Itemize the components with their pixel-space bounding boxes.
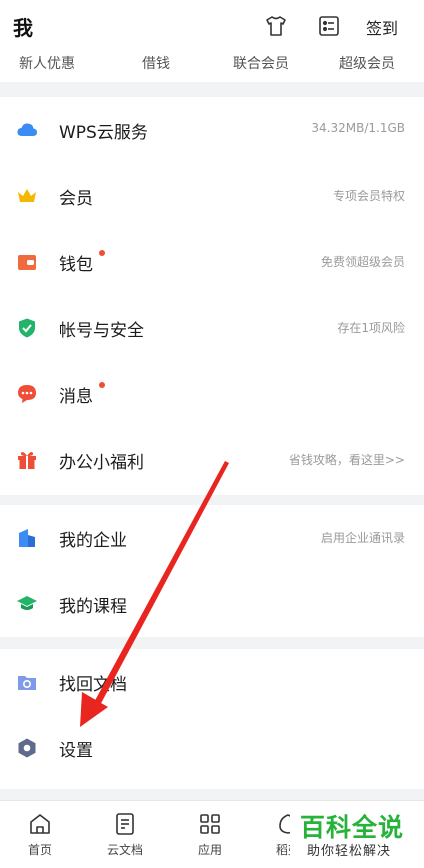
- quick-link-joint-member[interactable]: 联合会员: [233, 53, 289, 73]
- row-settings[interactable]: 设置: [0, 715, 424, 781]
- tshirt-icon[interactable]: [264, 14, 288, 38]
- section-tools: 找回文档 设置: [0, 649, 424, 789]
- notification-dot: [99, 382, 105, 388]
- row-account-security[interactable]: 帐号与安全 存在1项风险: [0, 295, 424, 361]
- row-wps-cloud[interactable]: WPS云服务 34.32MB/1.1GB: [0, 97, 424, 163]
- watermark: 百科全说 助你轻松解决: [290, 804, 424, 868]
- quick-link-newbie[interactable]: 新人优惠: [19, 53, 75, 73]
- row-sub: 存在1项风险: [337, 321, 405, 335]
- tab-label: 云文档: [106, 843, 143, 857]
- gift-icon: [16, 449, 38, 471]
- tab-label: 应用: [197, 843, 222, 857]
- scan-list-icon[interactable]: [317, 14, 341, 38]
- wallet-icon: [16, 251, 38, 273]
- row-my-enterprise[interactable]: 我的企业 启用企业通讯录: [0, 505, 424, 571]
- row-label: 会员: [59, 189, 93, 209]
- row-sub: 省钱攻略，看这里>>: [288, 453, 405, 467]
- row-sub: 免费领超级会员: [320, 255, 405, 269]
- chat-bubble-icon: [16, 383, 38, 405]
- row-label: 我的企业: [59, 531, 127, 551]
- watermark-title: 百科全说: [300, 813, 405, 842]
- row-sub: 专项会员特权: [332, 189, 405, 203]
- folder-recover-icon: [16, 671, 38, 693]
- shield-icon: [16, 317, 38, 339]
- row-label: 办公小福利: [59, 453, 144, 473]
- building-icon: [16, 527, 38, 549]
- section-enterprise: 我的企业 启用企业通讯录 我的课程: [0, 505, 424, 637]
- section-services: WPS云服务 34.32MB/1.1GB 会员 专项会员特权 钱包 免费领超级会…: [0, 97, 424, 495]
- checkin-button[interactable]: 签到: [366, 15, 398, 39]
- row-label: 钱包: [59, 255, 93, 275]
- top-header: 我 签到: [0, 0, 424, 52]
- notification-dot: [99, 250, 105, 256]
- row-sub: 34.32MB/1.1GB: [311, 121, 405, 135]
- row-label: 消息: [59, 387, 93, 407]
- row-member[interactable]: 会员 专项会员特权: [0, 163, 424, 229]
- settings-hexagon-icon: [16, 737, 38, 759]
- tab-apps[interactable]: 应用: [170, 801, 250, 868]
- row-office-benefits[interactable]: 办公小福利 省钱攻略，看这里>>: [0, 427, 424, 493]
- graduation-cap-icon: [16, 593, 38, 615]
- row-label: 帐号与安全: [59, 321, 144, 341]
- tab-label: 首页: [27, 843, 52, 857]
- tab-cloud-docs[interactable]: 云文档: [85, 801, 165, 868]
- row-label: 设置: [59, 741, 93, 761]
- row-my-courses[interactable]: 我的课程: [0, 571, 424, 637]
- row-label: 找回文档: [59, 675, 127, 695]
- row-messages[interactable]: 消息: [0, 361, 424, 427]
- cloud-icon: [16, 119, 38, 141]
- row-label: WPS云服务: [59, 123, 148, 143]
- crown-icon: [16, 185, 38, 207]
- row-wallet[interactable]: 钱包 免费领超级会员: [0, 229, 424, 295]
- row-sub: 启用企业通讯录: [320, 531, 405, 545]
- grid-icon: [200, 814, 220, 834]
- tab-home[interactable]: 首页: [0, 801, 80, 868]
- page-title: 我: [13, 16, 33, 40]
- quick-link-borrow[interactable]: 借钱: [142, 53, 170, 73]
- row-recover-docs[interactable]: 找回文档: [0, 649, 424, 715]
- quick-link-super-member[interactable]: 超级会员: [339, 53, 395, 73]
- row-label: 我的课程: [59, 597, 127, 617]
- home-icon: [30, 814, 50, 834]
- quick-links: 新人优惠 借钱 联合会员 超级会员: [0, 52, 424, 82]
- document-icon: [116, 813, 134, 835]
- watermark-subtitle: 助你轻松解决: [307, 844, 392, 859]
